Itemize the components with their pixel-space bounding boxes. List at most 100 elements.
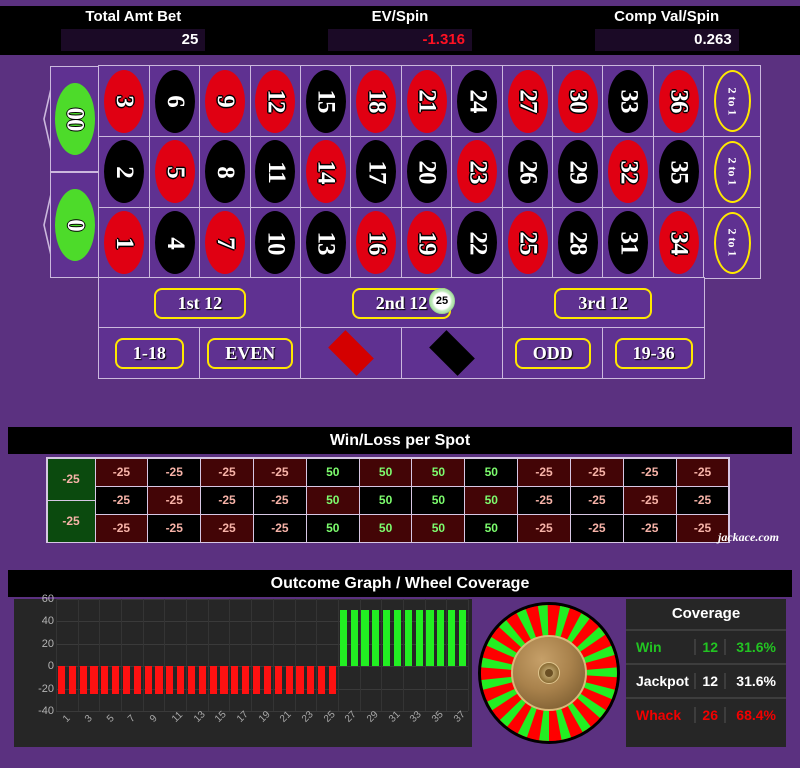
outside-bet-label: 19-36	[614, 337, 693, 369]
winloss-cell: 50	[305, 485, 360, 515]
column-bet-label: 2 to 1	[725, 157, 740, 186]
number-label: 22	[464, 231, 492, 255]
bet-cell-11[interactable]: 11	[249, 135, 302, 209]
bet-cell-36[interactable]: 36	[652, 65, 705, 138]
winloss-cell: -25	[675, 485, 730, 515]
bet-cell-14[interactable]: 14	[299, 135, 352, 209]
wheel-coverage-panel	[472, 599, 626, 747]
bet-cell-28[interactable]: 28	[552, 206, 604, 279]
number-oval: 3	[104, 69, 145, 133]
x-tick-label: 29	[365, 709, 381, 725]
chart-bar	[296, 666, 304, 695]
y-tick-label: 60	[41, 593, 54, 605]
winloss-cell: -25	[94, 513, 149, 543]
bet-cell-odd[interactable]: ODD	[501, 327, 604, 379]
bet-cell-5[interactable]: 5	[148, 135, 201, 209]
bet-cell-6[interactable]: 6	[148, 65, 201, 138]
bet-cell-red[interactable]	[299, 327, 403, 379]
bet-cell-19[interactable]: 19	[400, 206, 453, 279]
coverage-count: 26	[694, 707, 724, 723]
coverage-count: 12	[694, 673, 724, 689]
bet-cell-20[interactable]: 20	[400, 135, 453, 209]
bet-cell-18[interactable]: 18	[350, 65, 403, 138]
chart-bar	[307, 666, 315, 695]
bet-cell-4[interactable]: 4	[148, 206, 201, 279]
number-label: 9	[212, 95, 240, 108]
bet-chip[interactable]: 25	[429, 288, 455, 314]
bet-cell-0[interactable]: 0	[50, 172, 99, 278]
number-label: 7	[212, 236, 240, 249]
chart-bar	[198, 666, 206, 695]
number-oval: 9	[205, 69, 246, 133]
number-oval: 32	[608, 140, 649, 204]
bet-cell-13[interactable]: 13	[299, 206, 352, 279]
number-oval: 27	[507, 69, 548, 133]
chart-bar	[155, 666, 163, 695]
bet-cell-00[interactable]: 00	[50, 66, 99, 172]
bet-cell-24[interactable]: 24	[451, 65, 504, 138]
column-oval: 2 to 1	[713, 70, 751, 133]
bet-cell-22[interactable]: 22	[451, 206, 504, 279]
chart-bar	[274, 666, 282, 695]
wheel-hub-inner	[538, 662, 560, 684]
bet-cell-27[interactable]: 27	[501, 65, 554, 138]
bet-cell-26[interactable]: 26	[501, 135, 554, 209]
roulette-table: 00 0 3 6 9 12 15 18 21 24 27 30 33 36 2 5 8 11 14 17 20 23 2…	[0, 57, 800, 390]
x-tick-label: 9	[148, 713, 160, 725]
bet-cell-25[interactable]: 25	[501, 206, 554, 279]
bet-cell-even[interactable]: EVEN	[199, 327, 302, 379]
winloss-cell: -25	[200, 485, 254, 515]
bet-cell-23[interactable]: 23	[451, 135, 504, 209]
column-bet-label: 2 to 1	[725, 87, 740, 116]
bet-cell-35[interactable]: 35	[652, 135, 705, 209]
bet-cell-1[interactable]: 1	[98, 206, 151, 279]
bet-cell-2nd-12[interactable]: 2nd 12	[299, 277, 504, 329]
bet-cell-3[interactable]: 3	[98, 65, 151, 138]
bet-cell-17[interactable]: 17	[350, 135, 403, 209]
bet-cell-column-top[interactable]: 2 to 1	[703, 65, 761, 138]
bet-cell-16[interactable]: 16	[350, 206, 403, 279]
bet-cell-19-36[interactable]: 19-36	[602, 327, 705, 379]
bet-cell-21[interactable]: 21	[400, 65, 453, 138]
winloss-cell: -25	[200, 513, 254, 543]
bet-cell-29[interactable]: 29	[552, 135, 604, 209]
winloss-cell: 50	[411, 457, 466, 487]
bet-cell-column-bottom[interactable]: 2 to 1	[703, 206, 761, 279]
bet-cell-1st-12[interactable]: 1st 12	[98, 277, 302, 329]
bet-cell-10[interactable]: 10	[249, 206, 302, 279]
bet-cell-32[interactable]: 32	[602, 135, 655, 209]
bet-cell-7[interactable]: 7	[199, 206, 251, 279]
winloss-cell: -25	[147, 457, 202, 487]
bet-cell-30[interactable]: 30	[552, 65, 604, 138]
bet-cell-33[interactable]: 33	[602, 65, 655, 138]
bet-cell-9[interactable]: 9	[199, 65, 251, 138]
dozen-bets: 1st 12 2nd 12 3rd 12	[98, 277, 705, 329]
black-diamond-icon	[429, 330, 475, 376]
outcome-title: Outcome Graph / Wheel Coverage	[8, 570, 792, 597]
bet-cell-12[interactable]: 12	[249, 65, 302, 138]
bet-cell-8[interactable]: 8	[199, 135, 251, 209]
winloss-title: Win/Loss per Spot	[8, 427, 792, 454]
number-label: 5	[161, 166, 189, 178]
outside-bet-label: 1-18	[114, 337, 184, 369]
bet-cell-column-middle[interactable]: 2 to 1	[703, 135, 761, 209]
bet-cell-34[interactable]: 34	[652, 206, 705, 279]
x-tick-label: 31	[386, 709, 403, 725]
number-oval: 19	[406, 211, 447, 275]
grid-line-vertical	[424, 599, 426, 711]
stat-ev-per-spin: EV/Spin -1.316	[267, 6, 534, 55]
bet-cell-31[interactable]: 31	[602, 206, 655, 279]
column-oval: 2 to 1	[713, 140, 751, 203]
bet-cell-black[interactable]	[400, 327, 504, 379]
red-diamond-icon	[328, 330, 374, 376]
x-tick-label: 21	[278, 709, 294, 725]
coverage-row-win: Win 12 31.6%	[626, 629, 786, 663]
winloss-cell: 50	[411, 485, 466, 515]
bet-cell-15[interactable]: 15	[299, 65, 352, 138]
y-tick-label: 40	[41, 615, 54, 628]
bet-cell-3rd-12[interactable]: 3rd 12	[501, 277, 705, 329]
bet-cell-1-18[interactable]: 1-18	[98, 327, 201, 379]
number-label: 32	[615, 160, 643, 184]
number-oval: 34	[658, 211, 699, 275]
bet-cell-2[interactable]: 2	[98, 135, 151, 209]
